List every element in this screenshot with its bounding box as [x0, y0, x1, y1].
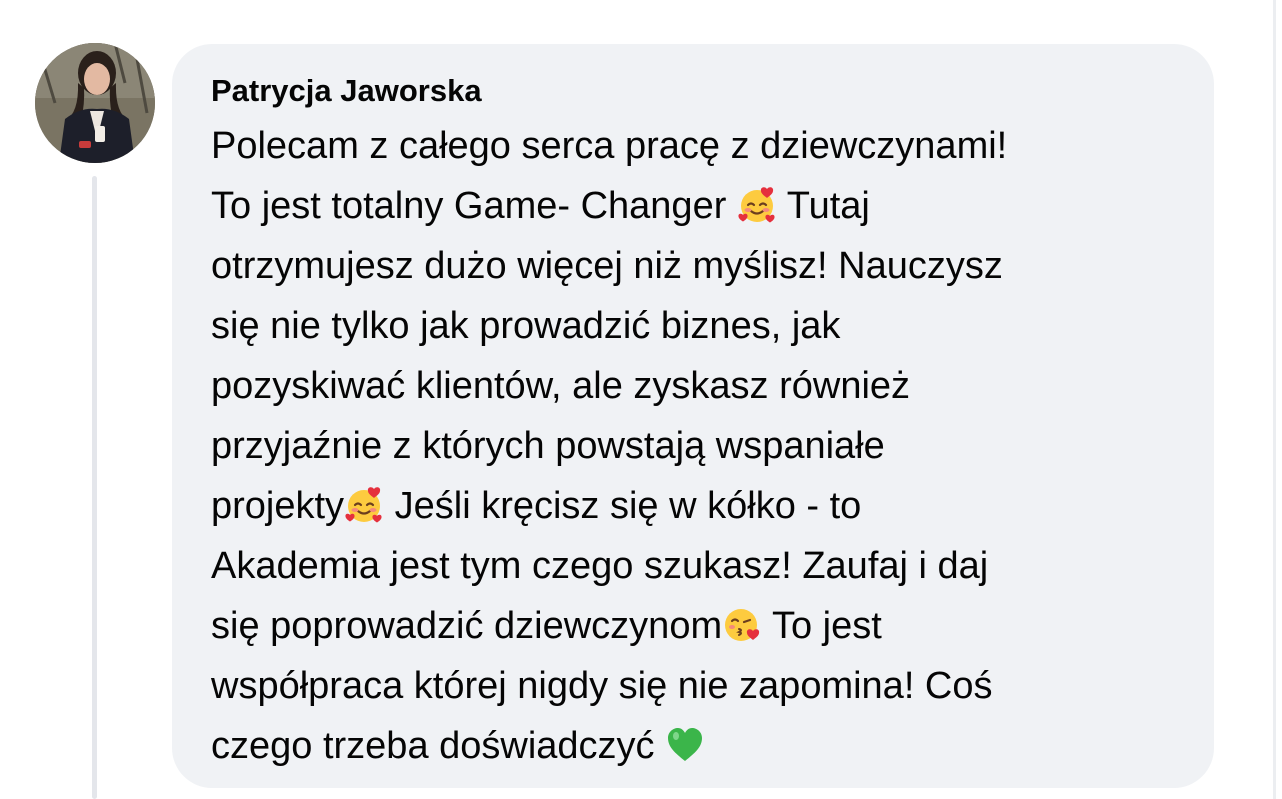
reply-thread-line [92, 176, 97, 799]
smiling-face-with-hearts-icon [737, 185, 777, 225]
comment-line-text: pozyskiwać klientów, ale zyskasz również [211, 365, 911, 407]
comment-line: przyjaźnie z których powstają wspaniałe [211, 423, 885, 469]
comment-line: Polecam z całego serca pracę z dziewczyn… [211, 123, 1007, 169]
comment-line-text: się nie tylko jak prowadzić biznes, jak [211, 305, 841, 347]
comment-line: współpraca której nigdy się nie zapomina… [211, 663, 993, 709]
profile-photo-icon [35, 43, 155, 163]
comment-line-text: Jeśli kręcisz się w kółko - to [384, 485, 862, 527]
comment-line: otrzymujesz dużo więcej niż myślisz! Nau… [211, 243, 1003, 289]
smiling-face-with-hearts-icon [344, 485, 384, 525]
comment-line: Akademia jest tym czego szukasz! Zaufaj … [211, 543, 988, 589]
comment-line-text: Akademia jest tym czego szukasz! Zaufaj … [211, 545, 989, 587]
scrollbar[interactable] [1273, 0, 1276, 799]
comment-line-text: projekty [211, 485, 345, 527]
comment-line: czego trzeba doświadczyć [211, 723, 705, 769]
comment-author-name[interactable]: Patrycja Jaworska [211, 71, 482, 111]
comment-line: pozyskiwać klientów, ale zyskasz również [211, 363, 910, 409]
comment-line-text: współpraca której nigdy się nie zapomina… [211, 665, 993, 707]
comment-line-text: przyjaźnie z których powstają wspaniałe [211, 425, 885, 467]
comment-line-text: Tutaj [776, 185, 870, 227]
comment-line-text: To jest [762, 605, 882, 647]
comment-line: się nie tylko jak prowadzić biznes, jak [211, 303, 840, 349]
comment-line-text: czego trzeba doświadczyć [211, 725, 666, 767]
comment-line-text: To jest totalny Game- Changer [211, 185, 737, 227]
comment-line: projekty Jeśli kręcisz się w kółko - to [211, 483, 861, 529]
comment-line-text: się poprowadzić dziewczynom [211, 605, 723, 647]
comment-line: się poprowadzić dziewczynom To jest [211, 603, 882, 649]
comment-line: To jest totalny Game- Changer Tutaj [211, 183, 870, 229]
avatar[interactable] [35, 43, 155, 163]
comment-line-text: Polecam z całego serca pracę z dziewczyn… [211, 125, 1008, 167]
green-heart-icon [665, 725, 705, 765]
face-blowing-a-kiss-icon [722, 605, 762, 645]
comment-line-text: otrzymujesz dużo więcej niż myślisz! Nau… [211, 245, 1003, 287]
